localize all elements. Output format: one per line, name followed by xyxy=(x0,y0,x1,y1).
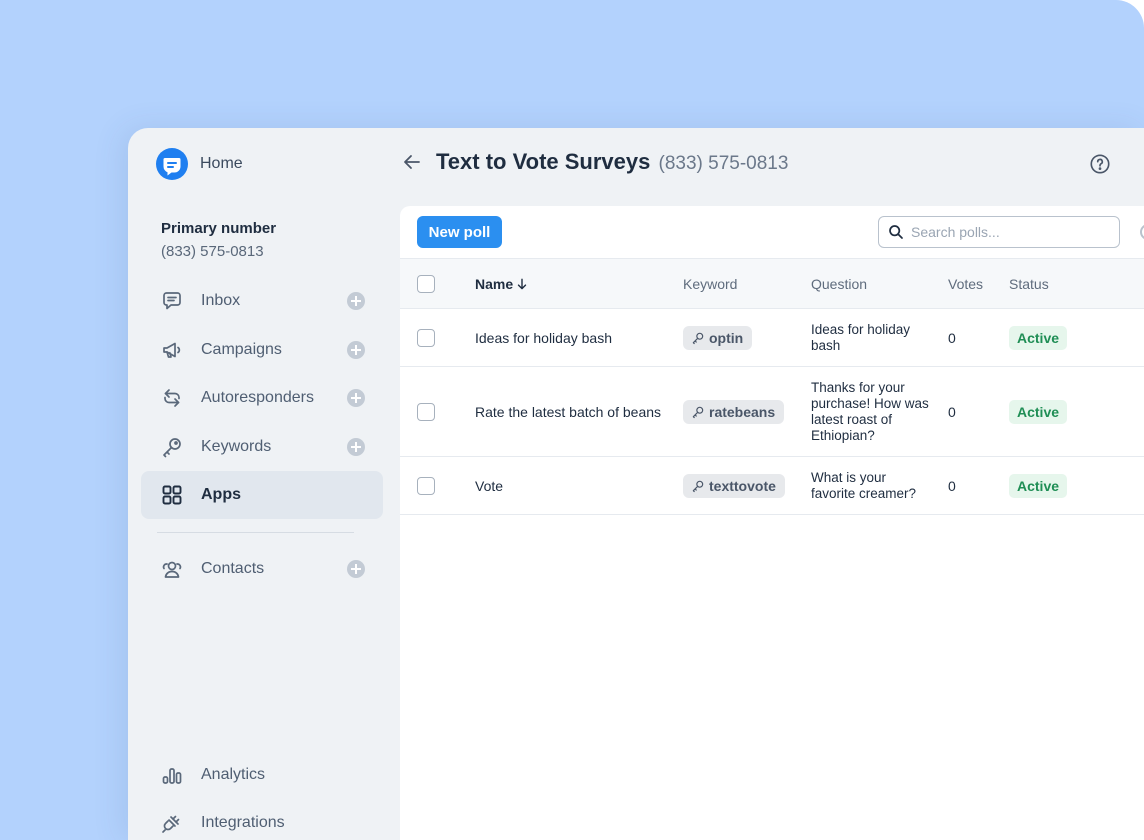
sidebar-divider xyxy=(157,532,354,533)
column-header-question[interactable]: Question xyxy=(811,276,867,292)
page-title: Text to Vote Surveys (833) 575-0813 xyxy=(436,149,788,175)
row-checkbox[interactable] xyxy=(417,403,435,421)
status-badge: Active xyxy=(1009,400,1068,424)
keyword-text: optin xyxy=(709,330,744,346)
keyword-chip[interactable]: texttovote xyxy=(683,474,785,498)
primary-number-block: Primary number (833) 575-0813 xyxy=(161,220,276,260)
sidebar-item-apps[interactable]: Apps xyxy=(141,471,383,519)
megaphone-icon xyxy=(159,337,185,363)
add-keyword-button[interactable] xyxy=(347,438,365,456)
page-title-text: Text to Vote Surveys xyxy=(436,149,651,174)
new-poll-button[interactable]: New poll xyxy=(417,216,502,248)
sidebar-item-inbox[interactable]: Inbox xyxy=(141,277,383,325)
poll-votes: 0 xyxy=(948,404,956,420)
sidebar-item-integrations[interactable]: Integrations xyxy=(141,799,383,840)
page-title-phone: (833) 575-0813 xyxy=(658,153,789,174)
poll-question: Ideas for holiday bash xyxy=(811,322,911,353)
keyword-text: ratebeans xyxy=(709,404,776,420)
poll-votes: 0 xyxy=(948,478,956,494)
table-header: Name Keyword Question Votes Status xyxy=(400,258,1144,309)
app-logo-icon xyxy=(156,148,188,180)
polls-panel: New poll Name Keyword Question Votes Sta… xyxy=(400,206,1144,840)
status-badge: Active xyxy=(1009,474,1068,498)
keyword-text: texttovote xyxy=(709,478,776,494)
home-label: Home xyxy=(200,155,243,172)
poll-name[interactable]: Vote xyxy=(475,478,503,494)
sidebar-item-analytics[interactable]: Analytics xyxy=(141,751,383,799)
back-arrow-icon[interactable] xyxy=(400,150,424,174)
sidebar-item-label: Campaigns xyxy=(201,341,282,358)
column-header-status[interactable]: Status xyxy=(1009,276,1049,292)
sidebar-item-label: Integrations xyxy=(201,814,285,831)
row-checkbox[interactable] xyxy=(417,329,435,347)
plug-icon xyxy=(159,810,185,836)
table-row[interactable]: Vote texttovote What is your favorite cr… xyxy=(400,457,1144,515)
sidebar-item-label: Apps xyxy=(201,486,241,503)
keyword-chip[interactable]: optin xyxy=(683,326,753,350)
sidebar-item-contacts[interactable]: Contacts xyxy=(141,545,383,593)
reply-arrows-icon xyxy=(159,385,185,411)
column-header-name[interactable]: Name xyxy=(475,276,529,292)
sidebar-item-keywords[interactable]: Keywords xyxy=(141,423,383,471)
add-autoresponder-button[interactable] xyxy=(347,389,365,407)
poll-name[interactable]: Rate the latest batch of beans xyxy=(475,404,661,420)
bar-chart-icon xyxy=(159,762,185,788)
poll-question: Thanks for your purchase! How was latest… xyxy=(811,380,929,443)
sidebar-item-label: Inbox xyxy=(201,292,241,309)
home-link[interactable]: Home xyxy=(156,148,243,180)
search-input[interactable] xyxy=(911,224,1111,240)
help-icon[interactable] xyxy=(1089,153,1111,175)
poll-name[interactable]: Ideas for holiday bash xyxy=(475,330,612,346)
sort-down-arrow-icon xyxy=(517,278,527,290)
poll-question: What is your favorite creamer? xyxy=(811,470,917,501)
search-icon xyxy=(889,225,903,239)
key-icon xyxy=(159,434,185,460)
sidebar-item-autoresponders[interactable]: Autoresponders xyxy=(141,374,383,422)
add-contact-button[interactable] xyxy=(347,560,365,578)
filter-icon[interactable] xyxy=(1140,224,1144,240)
sidebar: Home Primary number (833) 575-0813 Inbox xyxy=(128,128,400,840)
search-box[interactable] xyxy=(878,216,1120,248)
row-checkbox[interactable] xyxy=(417,477,435,495)
grid-icon xyxy=(159,482,185,508)
table-row[interactable]: Ideas for holiday bash optin Ideas for h… xyxy=(400,309,1144,367)
primary-number-title: Primary number xyxy=(161,220,277,237)
sidebar-item-label: Keywords xyxy=(201,438,272,455)
add-campaign-button[interactable] xyxy=(347,341,365,359)
key-icon xyxy=(692,332,704,345)
column-header-votes[interactable]: Votes xyxy=(948,276,983,292)
sidebar-item-campaigns[interactable]: Campaigns xyxy=(141,326,383,374)
table-row[interactable]: Rate the latest batch of beans ratebeans… xyxy=(400,367,1144,457)
chat-bubble-icon xyxy=(159,288,185,314)
status-badge: Active xyxy=(1009,326,1068,350)
select-all-checkbox[interactable] xyxy=(417,275,435,293)
key-icon xyxy=(692,406,704,419)
app-window: Home Primary number (833) 575-0813 Inbox xyxy=(128,128,1144,840)
column-header-name-label: Name xyxy=(475,276,514,292)
keyword-chip[interactable]: ratebeans xyxy=(683,400,785,424)
sidebar-item-label: Analytics xyxy=(201,766,266,783)
column-header-keyword[interactable]: Keyword xyxy=(683,276,737,292)
add-inbox-button[interactable] xyxy=(347,292,365,310)
sidebar-item-label: Autoresponders xyxy=(201,389,314,406)
primary-number-value: (833) 575-0813 xyxy=(161,243,264,260)
sidebar-item-label: Contacts xyxy=(201,560,265,577)
poll-votes: 0 xyxy=(948,330,956,346)
contacts-icon xyxy=(159,556,185,582)
key-icon xyxy=(692,480,704,493)
